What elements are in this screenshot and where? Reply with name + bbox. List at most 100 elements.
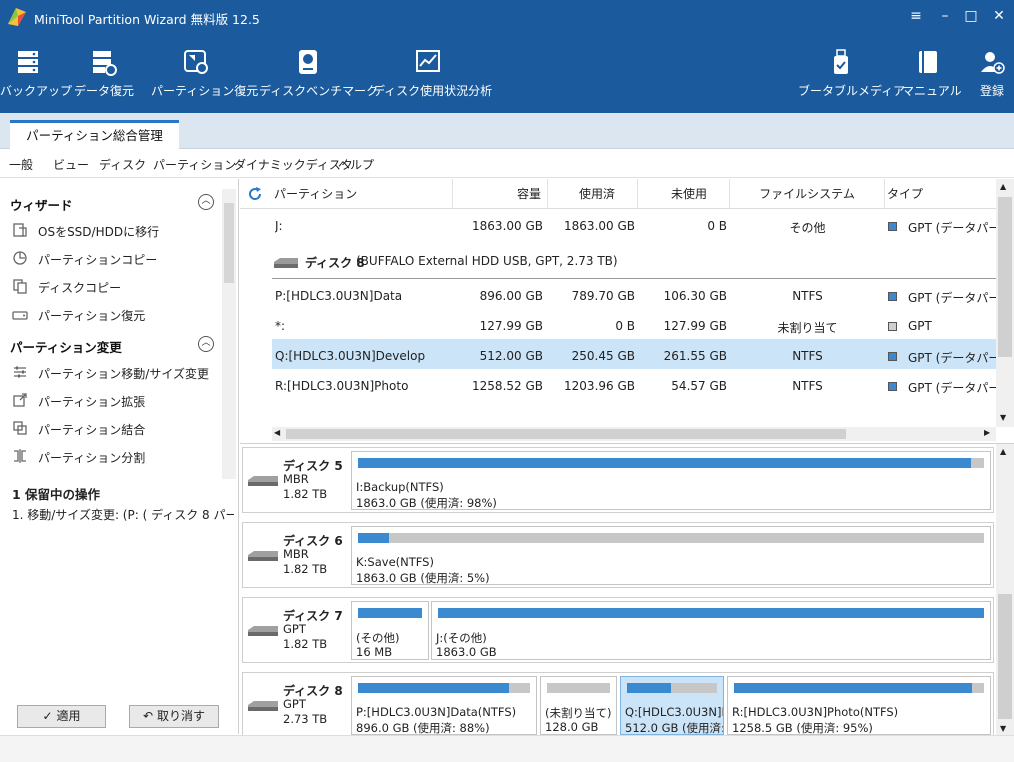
row-0-capacity: 1863.00 GB (472, 219, 543, 233)
menu-general[interactable]: 一般 (9, 156, 33, 173)
wizard-migrate-os[interactable]: OSをSSD/HDDに移行 (12, 220, 222, 242)
row-0-partition[interactable]: J: (275, 219, 283, 233)
partition-size: 896.0 GB (使用済: 88%) (356, 721, 490, 735)
toolbar-bootable-media-label: ブータブルメディア (798, 84, 906, 98)
undo-icon: ↶ (143, 709, 154, 723)
toolbar-backup-button[interactable]: バックアップ (0, 44, 73, 108)
menu-icon[interactable]: ≡ (904, 6, 928, 26)
usage-bar-fill (358, 533, 390, 543)
col-unused[interactable]: 未使用 (638, 179, 730, 209)
disk-map-scrollbar[interactable]: ▲ ▼ (996, 444, 1014, 736)
disk-6-info[interactable]: ディスク 6 MBR 1.82 TB (243, 523, 349, 587)
op-split[interactable]: パーティション分割 (12, 446, 222, 468)
toolbar-register-button[interactable]: 登録 (972, 44, 1012, 108)
row-4-type: GPT (データパーティション) (908, 351, 996, 365)
minimize-icon[interactable]: – (933, 6, 957, 26)
menu-disk[interactable]: ディスク (99, 156, 146, 173)
col-partition[interactable]: パーティション (272, 179, 453, 209)
hdd-icon (248, 551, 278, 561)
partition-block-unallocated[interactable]: (未割り当て) 128.0 GB (540, 676, 617, 735)
row-2-partition[interactable]: P:[HDLC3.0U3N]Data (275, 289, 402, 303)
partition-block-r[interactable]: R:[HDLC3.0U3N]Photo(NTFS) 1258.5 GB (使用済… (727, 676, 991, 735)
col-filesystem[interactable]: ファイルシステム (730, 179, 885, 209)
table-vertical-scrollbar[interactable]: ▲ ▼ (996, 179, 1014, 427)
row-5-partition[interactable]: R:[HDLC3.0U3N]Photo (275, 379, 408, 393)
toolbar-bootable-media-button[interactable]: ブータブルメディア (798, 44, 906, 108)
op-move-resize[interactable]: パーティション移動/サイズ変更 (12, 362, 222, 384)
menu-help[interactable]: ヘルプ (338, 156, 374, 173)
extend-icon (13, 393, 27, 407)
wizard-disk-copy[interactable]: ディスクコピー (12, 276, 222, 298)
merge-icon (13, 421, 27, 435)
op-merge[interactable]: パーティション結合 (12, 418, 222, 440)
diskmap-scroll-down-icon[interactable]: ▼ (1000, 724, 1006, 733)
disk-8-info[interactable]: ディスク 8 GPT 2.73 TB (243, 673, 349, 737)
disk-card-6[interactable]: ディスク 6 MBR 1.82 TB K:Save(NTFS) 1863.0 G… (242, 522, 994, 588)
menu-view[interactable]: ビュー (53, 156, 89, 173)
partition-block-j[interactable]: J:(その他) 1863.0 GB (431, 601, 991, 660)
tab-partition-management[interactable]: パーティション総合管理 (10, 120, 179, 150)
left-panel-scroll-thumb[interactable] (224, 203, 234, 283)
partition-block-q-selected[interactable]: Q:[HDLC3.0U3N]Develop(NTFS) 512.0 GB (使用… (620, 676, 724, 735)
row-5-type: GPT (データパーティション) (908, 381, 996, 395)
undo-button[interactable]: ↶ 取り消す (129, 705, 219, 728)
menu-partition[interactable]: パーティション (153, 156, 236, 173)
row-4-partition[interactable]: Q:[HDLC3.0U3N]Develop (275, 349, 425, 363)
row-5-filesystem: NTFS (792, 379, 823, 393)
disk-card-7[interactable]: ディスク 7 GPT 1.82 TB (その他) 16 MB J:(その他) 1… (242, 597, 994, 663)
col-type[interactable]: タイプ (885, 179, 996, 209)
diskmap-scroll-up-icon[interactable]: ▲ (1000, 447, 1006, 456)
scroll-right-icon[interactable]: ▶ (984, 428, 990, 437)
op-extend[interactable]: パーティション拡張 (12, 390, 222, 412)
partition-recovery-icon (184, 50, 208, 74)
table-scroll-thumb[interactable] (998, 197, 1012, 357)
partition-block-other[interactable]: (その他) 16 MB (351, 601, 429, 660)
wizard-partition-copy[interactable]: パーティションコピー (12, 248, 222, 270)
table-horizontal-scrollbar[interactable]: ◀ ▶ (272, 427, 996, 441)
partition-change-collapse-icon[interactable]: ︿ (198, 336, 214, 352)
maximize-icon[interactable]: □ (959, 6, 983, 26)
row-3-type: GPT (908, 319, 932, 333)
toolbar-register-label: 登録 (979, 84, 1004, 98)
table-hscroll-thumb[interactable] (286, 429, 846, 439)
move-resize-icon (14, 366, 26, 378)
row-2-capacity: 896.00 GB (479, 289, 543, 303)
disk-7-info[interactable]: ディスク 7 GPT 1.82 TB (243, 598, 349, 662)
toolbar-data-recovery-button[interactable]: データ復元 (74, 44, 134, 108)
manual-icon (919, 51, 937, 73)
scroll-up-icon[interactable]: ▲ (1000, 182, 1006, 191)
disk-card-8[interactable]: ディスク 8 GPT 2.73 TB P:[HDLC3.0U3N]Data(NT… (242, 672, 994, 738)
row-3-unused: 127.99 GB (663, 319, 727, 333)
wizard-partition-copy-label: パーティションコピー (38, 253, 158, 267)
partition-block-i[interactable]: I:Backup(NTFS) 1863.0 GB (使用済: 98%) (351, 451, 991, 510)
disk-map-scroll-thumb[interactable] (998, 594, 1012, 719)
scroll-left-icon[interactable]: ◀ (274, 428, 280, 437)
row-4-used: 250.45 GB (571, 349, 635, 363)
menu-dynamic-disk[interactable]: ダイナミックディスク (234, 156, 353, 173)
toolbar-partition-recovery-button[interactable]: パーティション復元 (151, 44, 258, 108)
partition-size: 16 MB (356, 645, 393, 659)
toolbar-manual-button[interactable]: マニュアル (902, 44, 962, 108)
wizard-collapse-icon[interactable]: ︿ (198, 194, 214, 210)
pending-op-item[interactable]: 1. 移動/サイズ変更: (P: ( ディスク 8 パーティション 1) (12, 506, 234, 523)
close-icon[interactable]: ✕ (987, 6, 1011, 26)
row-3-partition[interactable]: *: (275, 319, 285, 333)
scroll-down-icon[interactable]: ▼ (1000, 413, 1006, 422)
toolbar-backup-label: バックアップ (0, 84, 73, 98)
row-0-type-swatch (888, 222, 897, 231)
toolbar-space-analyzer-button[interactable]: ディスク使用状況分析 (373, 44, 492, 108)
partition-label: (未割り当て) (545, 706, 612, 720)
toolbar-disk-benchmark-button[interactable]: ディスクベンチマーク (259, 44, 378, 108)
partition-block-p[interactable]: P:[HDLC3.0U3N]Data(NTFS) 896.0 GB (使用済: … (351, 676, 537, 735)
col-used[interactable]: 使用済 (548, 179, 638, 209)
left-panel-scrollbar[interactable] (222, 189, 236, 479)
disk-5-info[interactable]: ディスク 5 MBR 1.82 TB (243, 448, 349, 512)
wizard-partition-recovery[interactable]: パーティション復元 (12, 304, 222, 326)
refresh-icon[interactable] (247, 186, 263, 202)
disk-card-5[interactable]: ディスク 5 MBR 1.82 TB I:Backup(NTFS) 1863.0… (242, 447, 994, 513)
bootable-media-icon (834, 49, 848, 74)
wizard-disk-copy-label: ディスクコピー (38, 281, 122, 295)
apply-button[interactable]: ✓ 適用 (17, 705, 106, 728)
partition-block-k[interactable]: K:Save(NTFS) 1863.0 GB (使用済: 5%) (351, 526, 991, 585)
col-capacity[interactable]: 容量 (453, 179, 548, 209)
